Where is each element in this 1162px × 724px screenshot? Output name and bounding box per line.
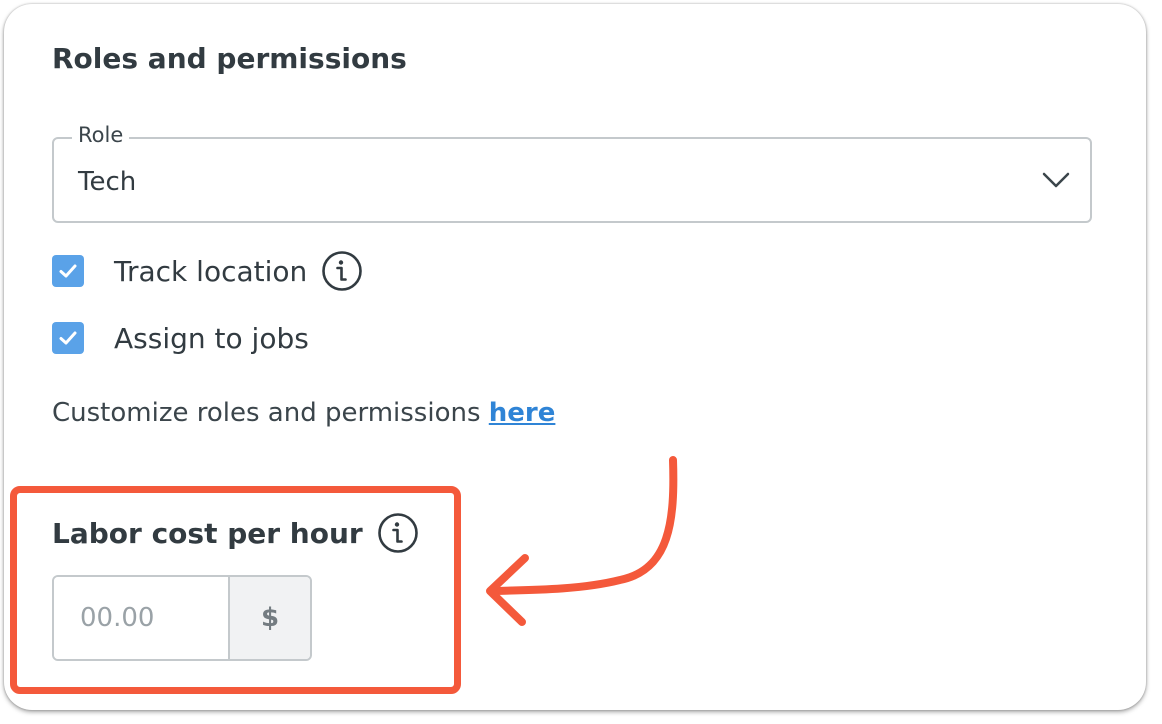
customize-label: Customize roles and permissions bbox=[52, 398, 489, 428]
chevron-down-icon bbox=[1042, 172, 1070, 188]
role-select-label: Role bbox=[72, 123, 130, 147]
checkmark-icon bbox=[59, 264, 77, 278]
highlight-box bbox=[10, 486, 461, 694]
assign-to-jobs-checkbox[interactable] bbox=[52, 322, 84, 354]
role-select-value: Tech bbox=[78, 167, 137, 197]
checkmark-icon bbox=[59, 331, 77, 345]
customize-text: Customize roles and permissions here bbox=[52, 398, 555, 428]
section-title: Roles and permissions bbox=[52, 42, 407, 75]
role-select[interactable]: Role Tech bbox=[52, 123, 1092, 223]
track-location-label: Track location bbox=[114, 254, 308, 288]
info-icon[interactable] bbox=[321, 250, 363, 292]
customize-here-link[interactable]: here bbox=[489, 398, 556, 428]
assign-to-jobs-row: Assign to jobs bbox=[52, 318, 309, 358]
assign-to-jobs-label: Assign to jobs bbox=[114, 321, 309, 355]
track-location-checkbox[interactable] bbox=[52, 255, 84, 287]
curved-arrow-icon bbox=[486, 456, 678, 626]
track-location-row: Track location bbox=[52, 251, 363, 291]
